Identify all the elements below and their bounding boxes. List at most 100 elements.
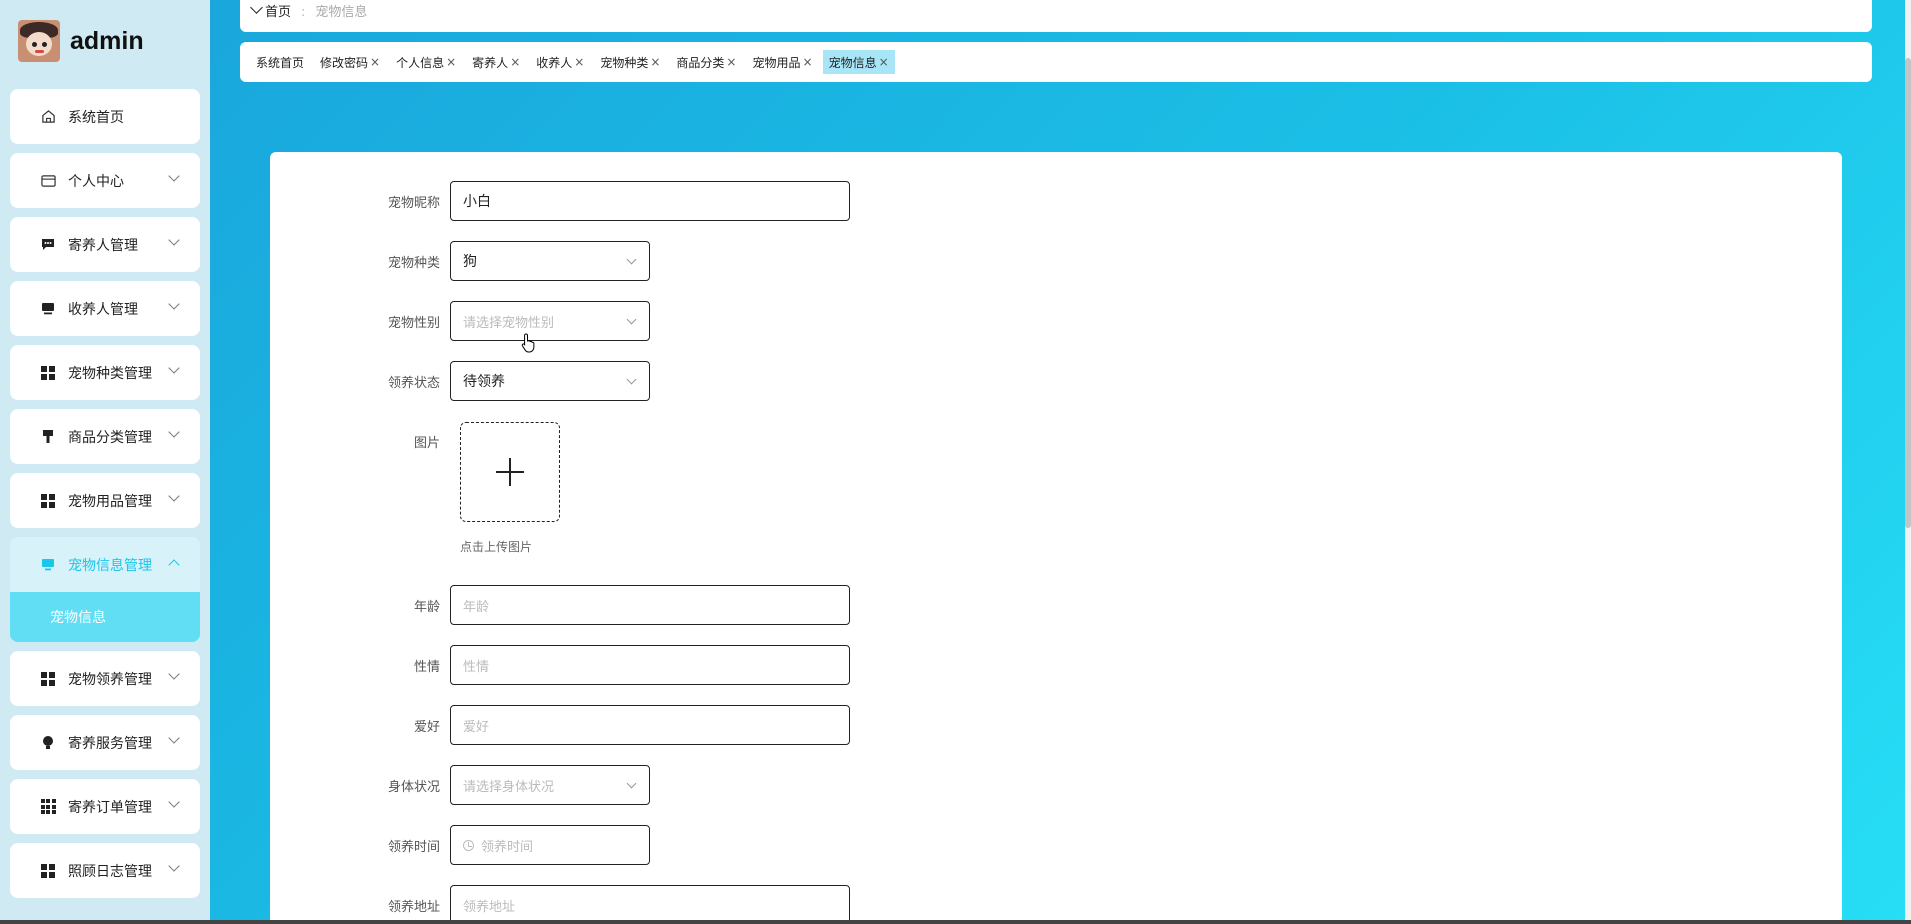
grid-icon xyxy=(40,863,56,879)
user-profile[interactable]: admin xyxy=(18,20,144,62)
chevron-down-icon xyxy=(168,796,180,808)
sidebar-item-label: 商品分类管理 xyxy=(68,429,152,446)
sidebar-item-pet-info[interactable]: 宠物信息管理 xyxy=(10,537,200,592)
age-input[interactable]: 年龄 xyxy=(450,585,850,625)
temper-label: 性情 xyxy=(413,659,440,675)
form-row-nickname: 宠物昵称 小白 xyxy=(270,181,850,221)
chevron-down-icon xyxy=(168,490,180,502)
sidebar-item-label: 寄养人管理 xyxy=(68,237,138,254)
chevron-down-icon xyxy=(626,314,637,325)
breadcrumb-home[interactable]: 首页 xyxy=(250,1,292,20)
sidebar: admin 系统首页 个人中心 寄养人管理 收养人管理 宠物种类管理 商品分类管… xyxy=(0,0,210,924)
sidebar-item-care-log[interactable]: 照顾日志管理 xyxy=(10,843,200,898)
address-input[interactable]: 领养地址 xyxy=(450,885,850,924)
hand-cursor-icon xyxy=(521,333,535,353)
sidebar-item-label: 收养人管理 xyxy=(68,301,138,318)
nickname-input[interactable]: 小白 xyxy=(450,181,850,221)
age-placeholder: 年龄 xyxy=(463,599,490,615)
form-row-age: 年龄 年龄 xyxy=(270,585,850,625)
sidebar-item-pet-species[interactable]: 宠物种类管理 xyxy=(10,345,200,400)
sidebar-item-goods-category[interactable]: 商品分类管理 xyxy=(10,409,200,464)
chevron-down-icon xyxy=(626,374,637,385)
sidebar-item-label: 寄养订单管理 xyxy=(68,799,152,816)
temper-input[interactable]: 性情 xyxy=(450,645,850,685)
sidebar-item-label: 系统首页 xyxy=(68,109,124,126)
plus-icon xyxy=(496,458,524,486)
sidebar-item-foster-service[interactable]: 寄养服务管理 xyxy=(10,715,200,770)
scrollbar-thumb[interactable] xyxy=(1905,58,1911,528)
grid-icon xyxy=(40,493,56,509)
species-label: 宠物种类 xyxy=(387,255,440,271)
sidebar-item-personal-center[interactable]: 个人中心 xyxy=(10,153,200,208)
sidebar-item-home[interactable]: 系统首页 xyxy=(10,89,200,144)
close-icon[interactable]: × xyxy=(510,55,520,69)
close-icon[interactable]: × xyxy=(726,55,736,69)
close-icon[interactable]: × xyxy=(879,55,889,69)
close-icon[interactable]: × xyxy=(650,55,660,69)
pet-info-form: 宠物昵称 小白 宠物种类 狗 宠物性别 请选择宠物性别 领养状态 待领养 图片 … xyxy=(270,152,1842,924)
tab-label: 寄养人 xyxy=(472,55,509,70)
chevron-down-icon xyxy=(626,254,637,265)
tab-foster-owner[interactable]: 寄养人 × xyxy=(466,50,526,74)
tabs-bar: 系统首页 修改密码 × 个人信息 × 寄养人 × 收养人 × 宠物种类 × 商品分类 × 宠… xyxy=(240,42,1872,82)
hobby-label: 爱好 xyxy=(413,719,440,735)
tab-home[interactable]: 系统首页 xyxy=(250,50,310,74)
tab-label: 系统首页 xyxy=(256,55,305,70)
avatar xyxy=(18,20,60,62)
username: admin xyxy=(70,26,144,55)
scrollbar[interactable] xyxy=(1905,0,1911,924)
chevron-down-icon xyxy=(168,298,180,310)
tab-personal-info[interactable]: 个人信息 × xyxy=(390,50,462,74)
sidebar-item-foster-owner[interactable]: 寄养人管理 xyxy=(10,217,200,272)
adopt-time-picker[interactable]: 领养时间 xyxy=(450,825,650,865)
home-icon xyxy=(40,109,56,125)
submenu-item-pet-info[interactable]: 宠物信息 xyxy=(10,592,200,642)
sidebar-item-adopter[interactable]: 收养人管理 xyxy=(10,281,200,336)
tab-label: 宠物信息 xyxy=(828,55,877,70)
grid9-icon xyxy=(40,799,56,815)
species-select[interactable]: 狗 xyxy=(450,241,650,281)
status-select[interactable]: 待领养 xyxy=(450,361,650,401)
tab-pet-species[interactable]: 宠物种类 × xyxy=(594,50,666,74)
tab-goods-category[interactable]: 商品分类 × xyxy=(670,50,742,74)
image-upload-button[interactable] xyxy=(460,422,560,522)
address-label: 领养地址 xyxy=(387,899,440,915)
close-icon[interactable]: × xyxy=(370,55,380,69)
sidebar-item-label: 宠物用品管理 xyxy=(68,493,152,510)
gender-placeholder: 请选择宠物性别 xyxy=(463,315,555,331)
breadcrumb: 首页 : 宠物信息 xyxy=(240,0,1872,32)
gender-select[interactable]: 请选择宠物性别 xyxy=(450,301,650,341)
close-icon[interactable]: × xyxy=(446,55,456,69)
health-placeholder: 请选择身体状况 xyxy=(463,779,555,795)
sidebar-item-label: 宠物领养管理 xyxy=(68,671,152,688)
sidebar-item-label: 个人中心 xyxy=(68,173,124,190)
close-icon[interactable]: × xyxy=(803,55,813,69)
breadcrumb-current: 宠物信息 xyxy=(315,5,368,20)
tab-pet-info[interactable]: 宠物信息 × xyxy=(822,50,895,74)
sidebar-item-foster-order[interactable]: 寄养订单管理 xyxy=(10,779,200,834)
status-value: 待领养 xyxy=(463,374,505,390)
nickname-label: 宠物昵称 xyxy=(387,195,440,211)
health-select[interactable]: 请选择身体状况 xyxy=(450,765,650,805)
monitor-icon xyxy=(40,301,56,317)
tab-adopter[interactable]: 收养人 × xyxy=(530,50,590,74)
form-row-adopt-time: 领养时间 领养时间 xyxy=(270,825,650,865)
tab-label: 修改密码 xyxy=(320,55,369,70)
image-label: 图片 xyxy=(413,436,440,451)
chevron-down-icon xyxy=(626,778,637,789)
status-label: 领养状态 xyxy=(387,375,440,391)
submenu-item-label: 宠物信息 xyxy=(50,610,106,626)
hobby-input[interactable]: 爱好 xyxy=(450,705,850,745)
chevron-down-icon xyxy=(168,362,180,374)
sidebar-item-pet-supplies[interactable]: 宠物用品管理 xyxy=(10,473,200,528)
tab-change-password[interactable]: 修改密码 × xyxy=(314,50,386,74)
close-icon[interactable]: × xyxy=(574,55,584,69)
species-value: 狗 xyxy=(463,254,477,270)
breadcrumb-home-label: 首页 xyxy=(265,5,292,20)
sidebar-item-pet-adoption[interactable]: 宠物领养管理 xyxy=(10,651,200,706)
tab-pet-supplies[interactable]: 宠物用品 × xyxy=(746,50,818,74)
chevron-up-icon xyxy=(168,559,180,571)
tab-label: 宠物种类 xyxy=(600,55,649,70)
adopt-time-placeholder: 领养时间 xyxy=(481,839,534,855)
adopt-time-label: 领养时间 xyxy=(387,839,440,855)
